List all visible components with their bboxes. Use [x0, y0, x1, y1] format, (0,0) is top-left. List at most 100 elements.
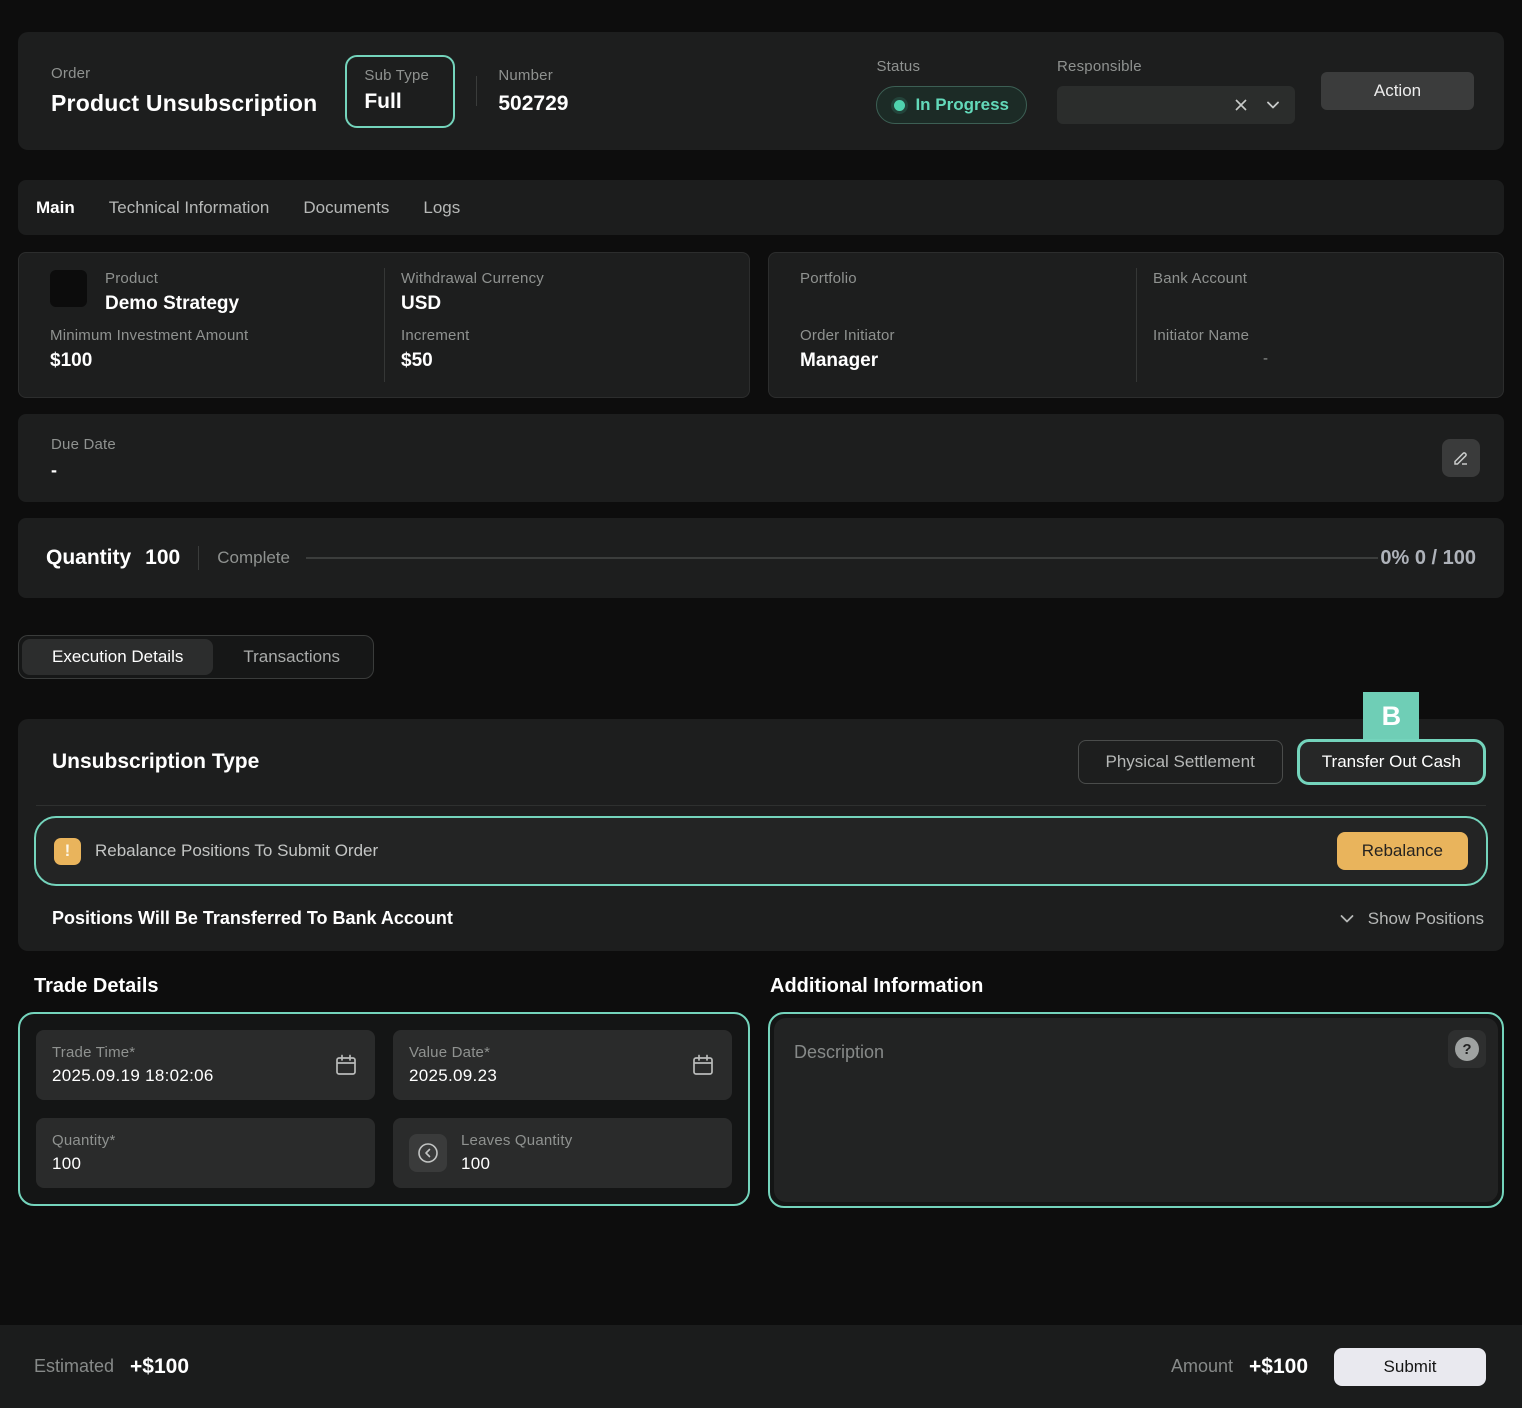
product-cell: Product Demo Strategy [34, 268, 384, 325]
physical-settlement-button[interactable]: Physical Settlement [1078, 740, 1283, 784]
order-label: Order [51, 65, 317, 82]
bank-account-cell: Bank Account [1136, 268, 1488, 325]
tab-documents[interactable]: Documents [303, 198, 389, 218]
trade-details-title: Trade Details [34, 975, 750, 998]
footer-bar: Estimated +$100 Amount +$100 Submit [0, 1325, 1522, 1408]
amount-label: Amount [1171, 1356, 1233, 1377]
product-value: Demo Strategy [105, 293, 239, 314]
progress-text: 0% 0 / 100 [1380, 547, 1476, 570]
status-value: In Progress [915, 95, 1009, 115]
edit-due-date-button[interactable] [1442, 439, 1480, 477]
withdrawal-currency-cell: Withdrawal Currency USD [384, 268, 734, 325]
due-date-value: - [51, 460, 57, 480]
progress-track [306, 557, 1378, 559]
value-date-value: 2025.09.23 [409, 1066, 497, 1085]
pencil-icon [1451, 448, 1471, 468]
initiator-name-value: - [1153, 350, 1268, 367]
quantity-field[interactable]: Quantity* 100 [36, 1118, 375, 1188]
tab-execution-details[interactable]: Execution Details [22, 639, 213, 675]
order-initiator-value: Manager [800, 350, 878, 371]
tab-main[interactable]: Main [36, 198, 75, 218]
order-initiator-cell: Order Initiator Manager [784, 325, 1136, 382]
quantity-label: Quantity [46, 546, 131, 570]
rebalance-button[interactable]: Rebalance [1337, 832, 1468, 870]
unsubscription-card: Unsubscription Type Physical Settlement … [18, 719, 1504, 951]
product-label: Product [105, 270, 239, 287]
tab-technical-information[interactable]: Technical Information [109, 198, 270, 218]
initiator-name-label: Initiator Name [1153, 327, 1484, 344]
quantity-value: 100 [145, 546, 180, 570]
order-initiator-label: Order Initiator [800, 327, 1132, 344]
number-value: 502729 [498, 92, 568, 116]
leaves-quantity-value: 100 [461, 1154, 490, 1173]
transfer-out-cash-button[interactable]: Transfer Out Cash [1297, 739, 1486, 785]
rebalance-alert-text: Rebalance Positions To Submit Order [95, 841, 378, 861]
sub-type-label: Sub Type [364, 67, 436, 84]
main-tabbar: Main Technical Information Documents Log… [18, 180, 1504, 235]
execution-tabbar: Execution Details Transactions [18, 635, 374, 679]
calendar-icon[interactable] [690, 1052, 716, 1078]
trade-time-value: 2025.09.19 18:02:06 [52, 1066, 214, 1085]
description-input[interactable] [774, 1018, 1498, 1202]
increment-cell: Increment $50 [384, 325, 734, 382]
additional-info-box: ? [768, 1012, 1504, 1208]
additional-info-section: Additional Information ? [768, 975, 1504, 1208]
value-date-label: Value Date* [409, 1044, 690, 1061]
value-date-field[interactable]: Value Date* 2025.09.23 [393, 1030, 732, 1100]
due-date-group: Due Date - [51, 436, 116, 481]
amount-value: +$100 [1249, 1355, 1308, 1379]
tab-transactions[interactable]: Transactions [213, 639, 370, 675]
responsible-label: Responsible [1057, 58, 1295, 75]
page-title: Product Unsubscription [51, 90, 317, 117]
quantity-field-label: Quantity* [52, 1132, 359, 1149]
status-dot-icon [894, 100, 905, 111]
help-button[interactable]: ? [1448, 1030, 1486, 1068]
estimated-label: Estimated [34, 1356, 114, 1377]
status-label: Status [876, 58, 1027, 75]
due-date-label: Due Date [51, 436, 116, 453]
portfolio-cell: Portfolio [784, 268, 1136, 325]
product-avatar [50, 270, 87, 307]
trade-time-label: Trade Time* [52, 1044, 333, 1061]
chevron-down-icon [1338, 910, 1356, 928]
info-cards-row: Product Demo Strategy Withdrawal Currenc… [18, 252, 1504, 398]
unsubscription-type-title: Unsubscription Type [52, 750, 259, 774]
order-title-group: Order Product Unsubscription [51, 65, 317, 117]
responsible-select[interactable] [1057, 86, 1295, 124]
additional-info-title: Additional Information [770, 975, 1504, 998]
question-icon: ? [1455, 1037, 1479, 1061]
chevron-down-icon[interactable] [1265, 97, 1281, 113]
hotkey-badge-b: B [1363, 692, 1419, 741]
withdrawal-currency-label: Withdrawal Currency [401, 270, 730, 287]
action-button[interactable]: Action [1321, 72, 1474, 110]
divider [476, 76, 477, 106]
leaves-quantity-field: Leaves Quantity 100 [393, 1118, 732, 1188]
estimated-value: +$100 [130, 1355, 189, 1379]
order-number-group: Number 502729 [498, 67, 568, 116]
order-header: Order Product Unsubscription Sub Type Fu… [18, 32, 1504, 150]
sub-type-value: Full [364, 90, 436, 114]
trade-details-box: Trade Time* 2025.09.19 18:02:06 Value Da… [18, 1012, 750, 1206]
show-positions-toggle[interactable]: Show Positions [1338, 909, 1484, 929]
main-content: Order Product Unsubscription Sub Type Fu… [0, 0, 1522, 1325]
trade-time-field[interactable]: Trade Time* 2025.09.19 18:02:06 [36, 1030, 375, 1100]
product-card: Product Demo Strategy Withdrawal Currenc… [18, 252, 750, 398]
increment-value: $50 [401, 350, 433, 371]
quantity-field-value: 100 [52, 1154, 81, 1173]
rebalance-alert: ! Rebalance Positions To Submit Order Re… [34, 816, 1488, 886]
due-date-card: Due Date - [18, 414, 1504, 502]
submit-button[interactable]: Submit [1334, 1348, 1486, 1386]
responsible-group: Responsible [1057, 58, 1295, 124]
warning-icon: ! [54, 838, 81, 865]
initiator-name-cell: Initiator Name - [1136, 325, 1488, 382]
divider [36, 805, 1486, 806]
min-investment-value: $100 [50, 350, 92, 371]
copy-leaves-quantity-button[interactable] [409, 1134, 447, 1172]
clear-icon[interactable] [1233, 97, 1249, 113]
sub-type-box: Sub Type Full [345, 55, 455, 128]
positions-transfer-text: Positions Will Be Transferred To Bank Ac… [52, 908, 453, 929]
number-label: Number [498, 67, 568, 84]
tab-logs[interactable]: Logs [423, 198, 460, 218]
bank-account-label: Bank Account [1153, 270, 1484, 287]
calendar-icon[interactable] [333, 1052, 359, 1078]
